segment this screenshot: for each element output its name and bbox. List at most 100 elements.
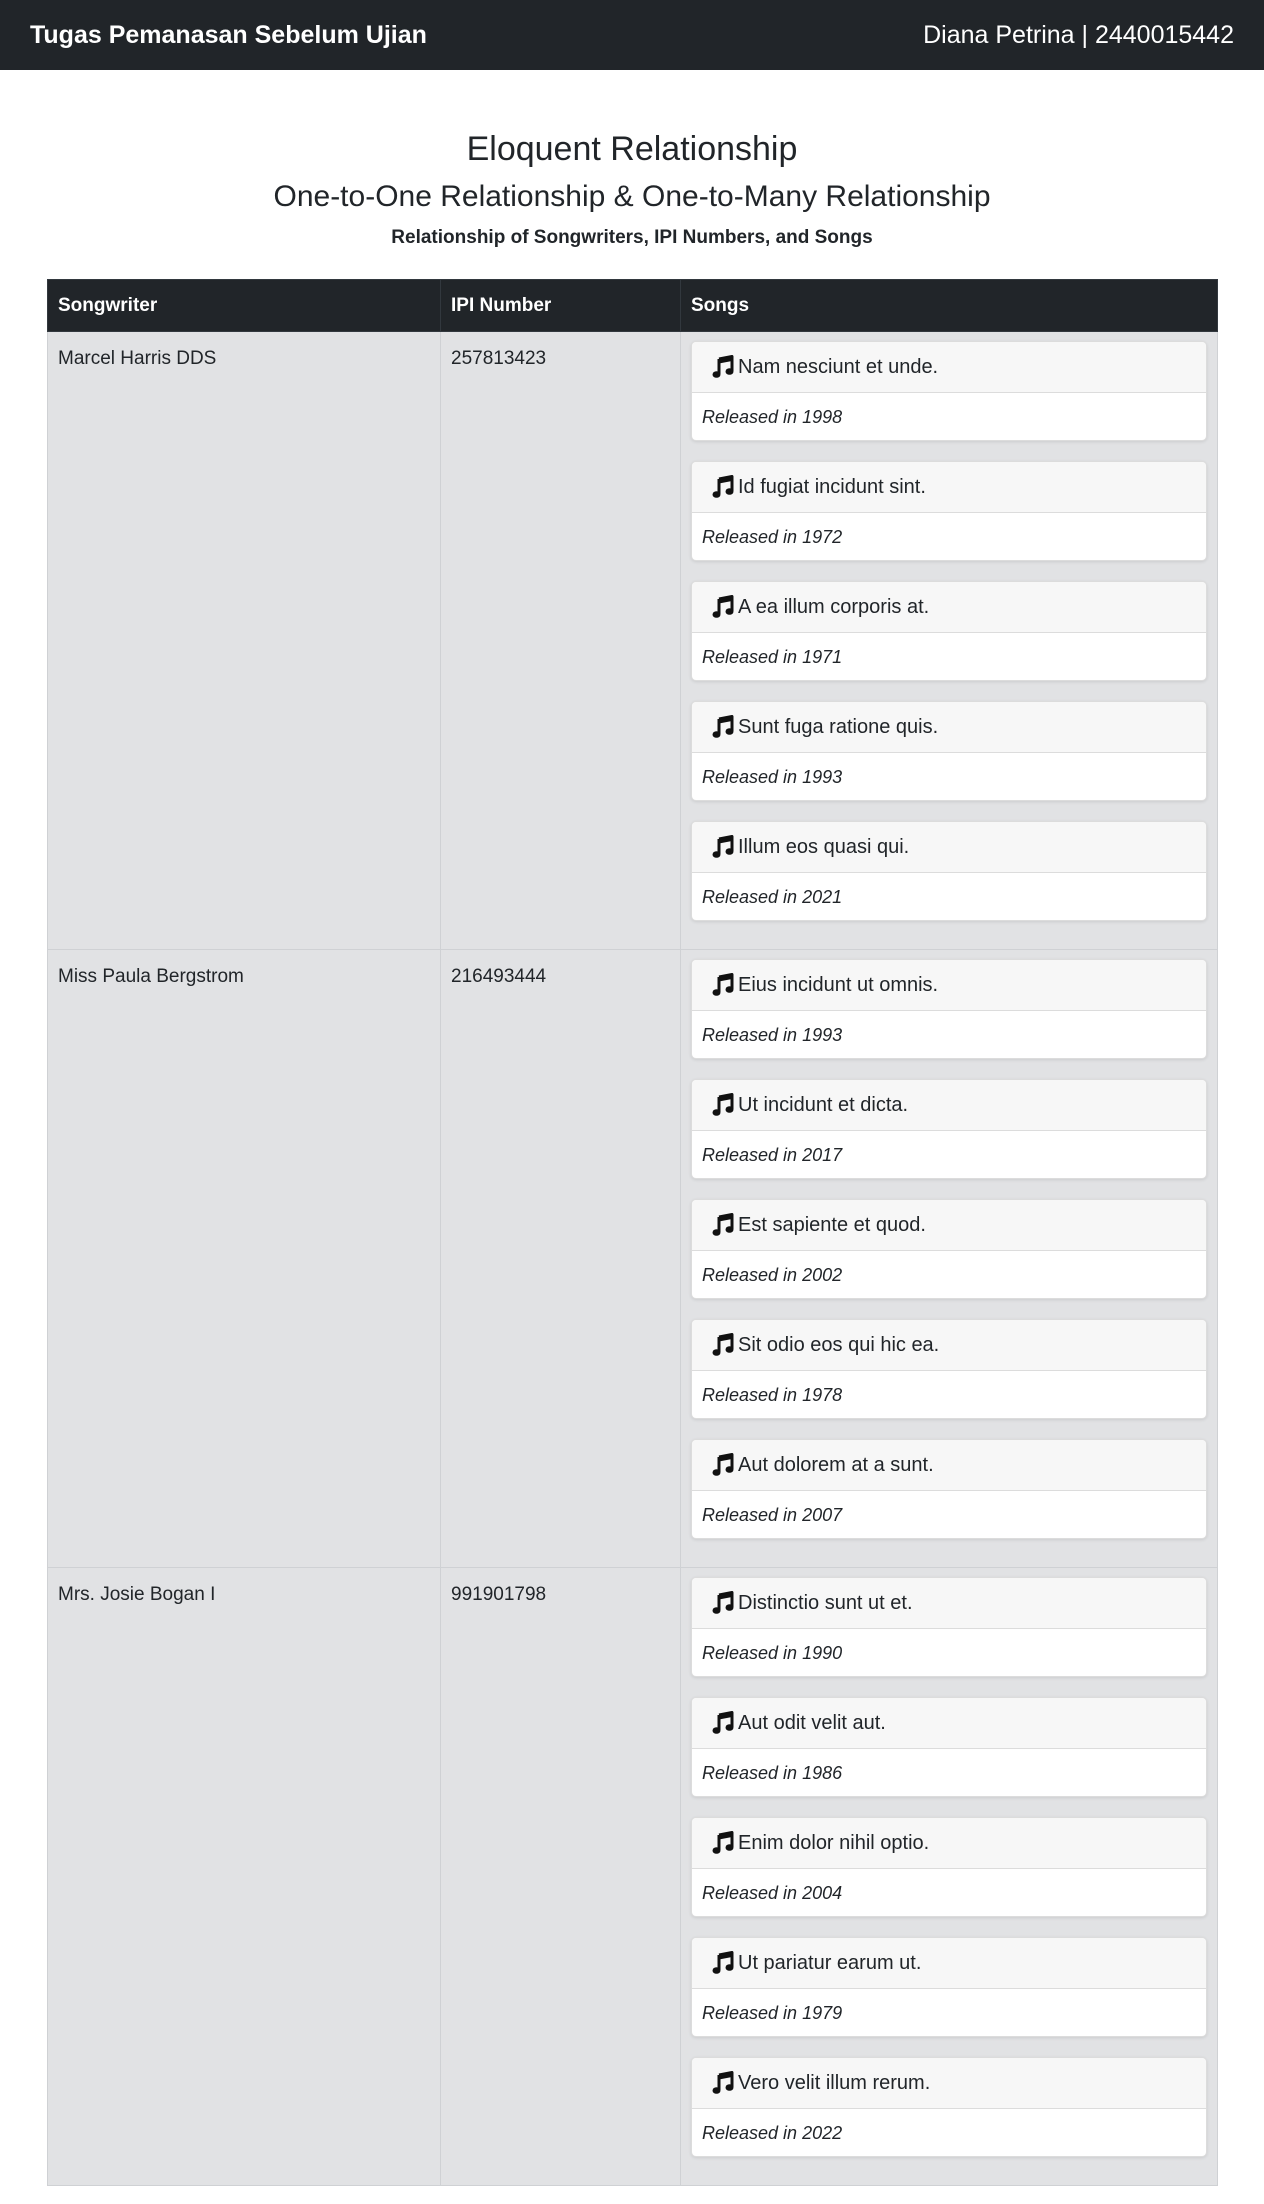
music-note-icon xyxy=(712,973,734,997)
song-card: Sit odio eos qui hic ea. Released in 197… xyxy=(691,1319,1207,1419)
songwriter-cell: Miss Paula Bergstrom xyxy=(47,949,441,1568)
song-release-year: Released in 2007 xyxy=(702,1504,843,1525)
song-card-header: Sunt fuga ratione quis. xyxy=(692,702,1206,753)
songs-cell: Distinctio sunt ut et. Released in 1990 … xyxy=(680,1567,1218,2186)
song-release-year: Released in 1972 xyxy=(702,526,843,547)
song-card: Vero velit illum rerum. Released in 2022 xyxy=(691,2057,1207,2157)
song-card: Aut dolorem at a sunt. Released in 2007 xyxy=(691,1439,1207,1539)
song-title: Aut odit velit aut. xyxy=(738,1711,886,1734)
song-card-header: Est sapiente et quod. xyxy=(692,1200,1206,1251)
music-note-icon xyxy=(712,715,734,739)
song-title: Sunt fuga ratione quis. xyxy=(738,715,939,738)
song-card-header: Sit odio eos qui hic ea. xyxy=(692,1320,1206,1371)
ipi-number: 257813423 xyxy=(451,348,547,369)
song-card: Ut incidunt et dicta. Released in 2017 xyxy=(691,1079,1207,1179)
song-card-header: Eius incidunt ut omnis. xyxy=(692,960,1206,1011)
music-note-icon xyxy=(712,1333,734,1357)
songs-cell: Eius incidunt ut omnis. Released in 1993… xyxy=(680,949,1218,1568)
column-header-songwriter: Songwriter xyxy=(47,279,441,332)
songwriter-name: Marcel Harris DDS xyxy=(58,348,217,369)
navbar: Tugas Pemanasan Sebelum Ujian Diana Petr… xyxy=(0,0,1264,70)
song-release-year: Released in 2017 xyxy=(702,1144,843,1165)
table-row: Miss Paula Bergstrom 216493444 Eius inci… xyxy=(47,949,1218,1568)
ipi-cell: 216493444 xyxy=(440,949,681,1568)
song-card-header: Illum eos quasi qui. xyxy=(692,822,1206,873)
songs-list: Nam nesciunt et unde. Released in 1998 I… xyxy=(681,332,1217,921)
song-card: Nam nesciunt et unde. Released in 1998 xyxy=(691,341,1207,441)
song-title: Id fugiat incidunt sint. xyxy=(738,475,926,498)
song-card: Enim dolor nihil optio. Released in 2004 xyxy=(691,1817,1207,1917)
ipi-cell: 991901798 xyxy=(440,1567,681,2186)
ipi-number: 216493444 xyxy=(451,966,547,987)
song-title: Est sapiente et quod. xyxy=(738,1213,926,1236)
navbar-brand[interactable]: Tugas Pemanasan Sebelum Ujian xyxy=(30,21,427,50)
column-header-songs: Songs xyxy=(680,279,1218,332)
songwriter-name: Mrs. Josie Bogan I xyxy=(58,1584,216,1605)
song-card-header: Nam nesciunt et unde. xyxy=(692,342,1206,393)
song-release-year: Released in 1993 xyxy=(702,1024,843,1045)
song-card: Ut pariatur earum ut. Released in 1979 xyxy=(691,1937,1207,2037)
song-release-year: Released in 2022 xyxy=(702,2122,843,2143)
song-release-year: Released in 2021 xyxy=(702,886,843,907)
music-note-icon xyxy=(712,595,734,619)
table-row: Mrs. Josie Bogan I 991901798 Distinctio … xyxy=(47,1567,1218,2186)
song-release-year: Released in 1971 xyxy=(702,646,843,667)
song-release-year: Released in 2004 xyxy=(702,1882,843,1903)
table-body: Marcel Harris DDS 257813423 Nam nesciunt… xyxy=(47,331,1218,2186)
ipi-cell: 257813423 xyxy=(440,331,681,950)
music-note-icon xyxy=(712,1213,734,1237)
music-note-icon xyxy=(712,1951,734,1975)
song-card: Sunt fuga ratione quis. Released in 1993 xyxy=(691,701,1207,801)
song-card: Id fugiat incidunt sint. Released in 197… xyxy=(691,461,1207,561)
song-title: Ut pariatur earum ut. xyxy=(738,1951,922,1974)
song-release-year: Released in 1998 xyxy=(702,406,843,427)
music-note-icon xyxy=(712,1453,734,1477)
music-note-icon xyxy=(712,475,734,499)
song-card: Eius incidunt ut omnis. Released in 1993 xyxy=(691,959,1207,1059)
song-release-year: Released in 1979 xyxy=(702,2002,843,2023)
songs-list: Distinctio sunt ut et. Released in 1990 … xyxy=(681,1568,1217,2157)
ipi-number: 991901798 xyxy=(451,1584,547,1605)
music-note-icon xyxy=(712,1591,734,1615)
song-card-header: Id fugiat incidunt sint. xyxy=(692,462,1206,513)
song-card-header: Enim dolor nihil optio. xyxy=(692,1818,1206,1869)
song-title: Sit odio eos qui hic ea. xyxy=(738,1333,940,1356)
song-card-header: Aut dolorem at a sunt. xyxy=(692,1440,1206,1491)
song-title: Aut dolorem at a sunt. xyxy=(738,1453,934,1476)
song-title: Vero velit illum rerum. xyxy=(738,2071,931,2094)
song-release-year: Released in 1993 xyxy=(702,766,843,787)
song-release-year: Released in 2002 xyxy=(702,1264,843,1285)
music-note-icon xyxy=(712,835,734,859)
column-header-ipi-number: IPI Number xyxy=(440,279,681,332)
song-card: A ea illum corporis at. Released in 1971 xyxy=(691,581,1207,681)
songs-cell: Nam nesciunt et unde. Released in 1998 I… xyxy=(680,331,1218,950)
page-subtitle: One-to-One Relationship & One-to-Many Re… xyxy=(273,180,991,213)
songwriters-table-container: Songwriter IPI Number Songs Marcel Harri… xyxy=(47,279,1218,2186)
song-title: Ut incidunt et dicta. xyxy=(738,1093,909,1116)
song-release-year: Released in 1978 xyxy=(702,1384,843,1405)
song-card-header: Ut pariatur earum ut. xyxy=(692,1938,1206,1989)
song-card-header: Distinctio sunt ut et. xyxy=(692,1578,1206,1629)
song-card: Est sapiente et quod. Released in 2002 xyxy=(691,1199,1207,1299)
songwriter-name: Miss Paula Bergstrom xyxy=(58,966,244,987)
song-title: Illum eos quasi qui. xyxy=(738,835,910,858)
song-card: Aut odit velit aut. Released in 1986 xyxy=(691,1697,1207,1797)
table-header: Songwriter IPI Number Songs xyxy=(47,279,1218,332)
songwriters-table: Songwriter IPI Number Songs Marcel Harri… xyxy=(47,279,1218,2186)
songwriter-cell: Marcel Harris DDS xyxy=(47,331,441,950)
songwriter-cell: Mrs. Josie Bogan I xyxy=(47,1567,441,2186)
song-card-header: A ea illum corporis at. xyxy=(692,582,1206,633)
music-note-icon xyxy=(712,1711,734,1735)
music-note-icon xyxy=(712,2071,734,2095)
song-title: A ea illum corporis at. xyxy=(738,595,930,618)
music-note-icon xyxy=(712,1831,734,1855)
music-note-icon xyxy=(712,1093,734,1117)
song-card: Illum eos quasi qui. Released in 2021 xyxy=(691,821,1207,921)
songs-list: Eius incidunt ut omnis. Released in 1993… xyxy=(681,950,1217,1539)
table-row: Marcel Harris DDS 257813423 Nam nesciunt… xyxy=(47,331,1218,950)
song-title: Eius incidunt ut omnis. xyxy=(738,973,939,996)
page-title: Eloquent Relationship xyxy=(466,130,798,168)
song-release-year: Released in 1990 xyxy=(702,1642,843,1663)
song-card-header: Aut odit velit aut. xyxy=(692,1698,1206,1749)
user-info: Diana Petrina | 2440015442 xyxy=(923,20,1234,49)
